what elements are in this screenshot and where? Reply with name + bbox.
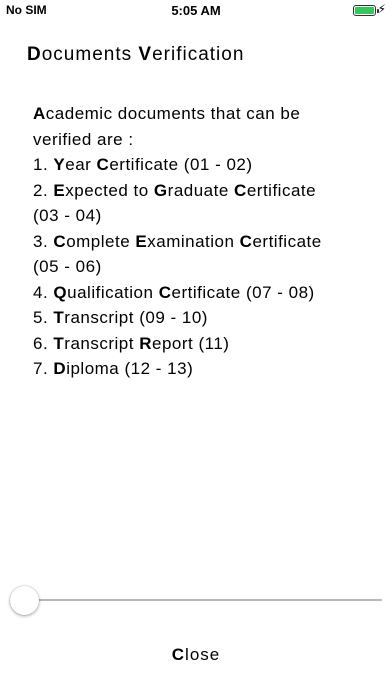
line-text-fragment: ranscript xyxy=(64,333,140,353)
battery-level xyxy=(355,7,374,14)
line-bold-fragment: C xyxy=(239,231,253,251)
line-text-fragment: raduate xyxy=(167,180,235,200)
line-text-fragment: iploma (12 - 13) xyxy=(66,359,194,378)
line-bold-fragment: C xyxy=(96,155,110,174)
line-bold-fragment: C xyxy=(53,231,67,251)
line-text-fragment: ertificate (01 - 02) xyxy=(109,155,253,174)
line-text-fragment: ear xyxy=(65,155,97,174)
line-text-fragment: eport (11) xyxy=(152,333,230,353)
content-line: 3. Complete Examination Certificate xyxy=(33,229,383,255)
line-bold-fragment: C xyxy=(234,180,247,200)
line-bold-fragment: A xyxy=(33,104,46,123)
content-line: 6. Transcript Report (11) xyxy=(33,331,383,357)
line-text-fragment: verified are : xyxy=(33,129,134,149)
status-bar: No SIM 5:05 AM ⚡ xyxy=(0,0,392,22)
line-bold-fragment: E xyxy=(53,180,66,200)
line-text-fragment: (03 - 04) xyxy=(33,206,102,225)
line-text-fragment: 5. xyxy=(33,308,54,327)
content-line: 2. Expected to Graduate Certificate xyxy=(33,178,383,204)
line-bold-fragment: E xyxy=(135,231,148,251)
line-text-fragment: ertificate xyxy=(252,231,322,251)
content-line: verified are : xyxy=(33,127,383,153)
line-text-fragment: ertificate (07 - 08) xyxy=(171,282,315,302)
line-bold-fragment: T xyxy=(53,333,65,353)
charging-bolt-icon: ⚡ xyxy=(377,2,386,16)
close-button[interactable]: Close xyxy=(0,645,392,665)
title-text-fragment: ocuments xyxy=(41,44,139,65)
line-text-fragment: xamination xyxy=(147,231,240,251)
title-text-fragment: erification xyxy=(152,44,245,65)
content-line: (05 - 06) xyxy=(33,254,383,280)
line-text-fragment: xpected to xyxy=(65,180,154,200)
title-bold-fragment: V xyxy=(138,44,153,65)
line-text-fragment: cademic documents that can be xyxy=(45,104,301,123)
line-bold-fragment: Q xyxy=(53,282,68,302)
line-bold-fragment: G xyxy=(153,180,168,200)
slider-track[interactable] xyxy=(24,599,382,601)
documents-list: Academic documents that can be verified a… xyxy=(33,101,383,382)
content-line: (03 - 04) xyxy=(33,203,383,229)
battery-icon xyxy=(353,5,379,16)
line-text-fragment: 7. xyxy=(33,359,54,378)
line-text-fragment: omplete xyxy=(66,231,136,251)
page-title: Documents Verification xyxy=(27,44,244,66)
content-line: 4. Qualification Certificate (07 - 08) xyxy=(33,280,383,306)
line-text-fragment: 2. xyxy=(33,180,54,200)
title-bold-fragment: D xyxy=(27,44,42,65)
slider-thumb[interactable] xyxy=(10,586,39,615)
content-line: 7. Diploma (12 - 13) xyxy=(33,356,383,382)
line-text-fragment: ertificate xyxy=(246,180,317,200)
close-bold-fragment: C xyxy=(171,645,186,664)
line-bold-fragment: R xyxy=(139,333,152,353)
content-line: 1. Year Certificate (01 - 02) xyxy=(33,152,383,178)
line-text-fragment: (05 - 06) xyxy=(33,257,102,276)
content-line: Academic documents that can be xyxy=(33,101,383,127)
close-text-fragment: lose xyxy=(185,645,221,664)
line-bold-fragment: D xyxy=(53,359,67,378)
line-text-fragment: 1. xyxy=(33,155,54,174)
line-text-fragment: 6. xyxy=(33,333,54,353)
content-line: 5. Transcript (09 - 10) xyxy=(33,305,383,331)
line-bold-fragment: C xyxy=(158,282,172,302)
line-text-fragment: 3. xyxy=(33,231,54,251)
clock-label: 5:05 AM xyxy=(171,3,221,18)
line-text-fragment: ualification xyxy=(67,282,159,302)
line-text-fragment: ranscript (09 - 10) xyxy=(64,308,208,327)
line-bold-fragment: Y xyxy=(53,155,66,174)
line-bold-fragment: T xyxy=(53,308,65,327)
progress-slider[interactable] xyxy=(10,586,382,616)
line-text-fragment: 4. xyxy=(33,282,54,302)
